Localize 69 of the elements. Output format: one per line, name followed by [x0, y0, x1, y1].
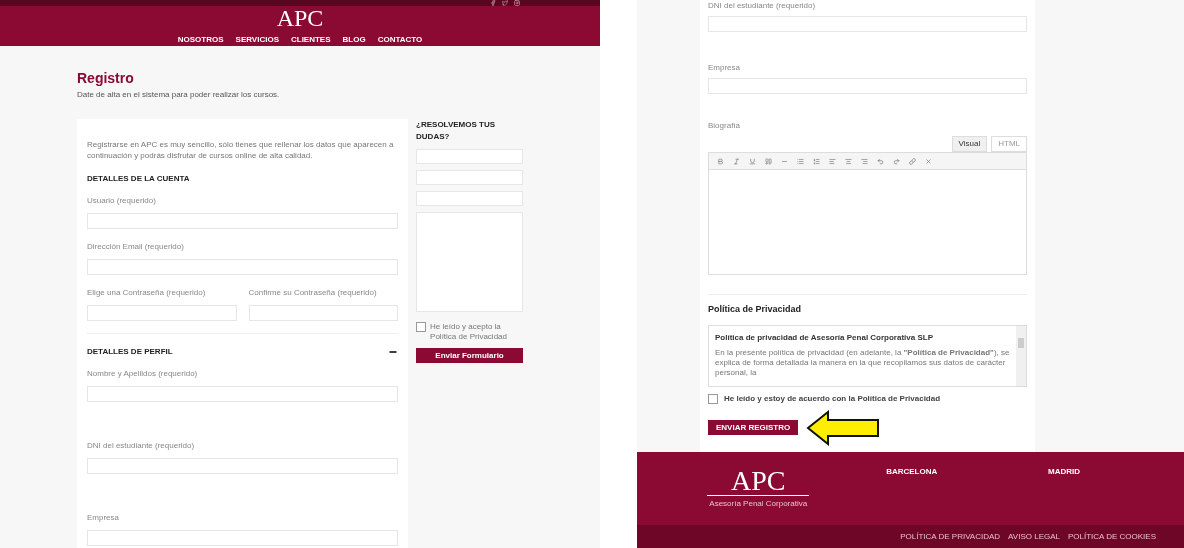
field-label: Elige una Contraseña (requerido) [87, 287, 207, 300]
quote-icon[interactable] [765, 157, 772, 165]
nav-link[interactable]: SERVICIOS [235, 34, 279, 46]
field-label: Biografía [708, 120, 742, 132]
scrollbar[interactable] [1016, 325, 1026, 386]
twitter-icon[interactable] [502, 0, 508, 6]
field-label: Empresa [87, 512, 120, 525]
nav-link[interactable]: CONTACTO [377, 34, 423, 46]
link-icon[interactable] [909, 157, 916, 165]
footer-link[interactable]: POLÍTICA DE PRIVACIDAD [900, 530, 1001, 543]
office-title: BARCELONA [885, 466, 939, 478]
field-label: Dirección Email (requerido) [87, 241, 185, 254]
page-subtitle: Date de alta en el sistema para poder realizar los cursos. [77, 89, 281, 101]
checkbox[interactable] [708, 393, 718, 404]
field-label: Empresa [708, 62, 741, 74]
input-field[interactable] [416, 191, 523, 206]
nav-link[interactable]: NOSOTROS [177, 34, 224, 46]
instagram-icon[interactable] [514, 0, 520, 6]
input-field[interactable] [87, 305, 237, 322]
bold-icon[interactable] [717, 157, 724, 165]
input-field[interactable] [416, 149, 523, 164]
field-label: DNI del estudiante (requerido) [87, 440, 196, 453]
close-icon[interactable] [925, 157, 932, 165]
input-field[interactable] [87, 458, 399, 475]
sidebar-title: ¿RESOLVEMOS TUS DUDAS? [416, 119, 497, 143]
submit-button[interactable]: Enviar Formulario [416, 348, 523, 363]
footer-tagline: Asesoría Penal Corporativa [709, 498, 808, 510]
redo-icon[interactable] [893, 157, 900, 165]
policy-heading: Política de privacidad de Asesoría Penal Corporativa SLP [715, 331, 934, 344]
register-button[interactable]: ENVIAR REGISTRO [708, 420, 799, 435]
nav-link[interactable]: BLOG [342, 34, 366, 46]
facebook-icon[interactable] [490, 0, 496, 6]
consent-label: He leído y acepto la Política de Privacidad [430, 322, 508, 342]
input-field[interactable] [708, 78, 1027, 94]
section-title: DETALLES DE PERFIL [87, 346, 173, 359]
input-field[interactable] [87, 530, 399, 547]
underline-icon[interactable] [749, 157, 756, 165]
policy-text: En la presente política de privacidad (en adelante, la "Política de Privacidad"), se explica de forma detallada la manera en la que recopilamos sus datos de carácter personal, la [715, 347, 1010, 379]
field-label: DNI del estudiante (requerido) [708, 0, 817, 12]
field-label: Nombre y Apellidos (requerido) [87, 368, 199, 381]
align-center-icon[interactable] [845, 157, 852, 165]
section-title: DETALLES DE LA CUENTA [87, 173, 190, 186]
input-field[interactable] [708, 16, 1027, 32]
footer-link[interactable]: POLÍTICA DE COOKIES [1067, 530, 1156, 543]
align-right-icon[interactable] [861, 157, 868, 165]
logo[interactable]: APC [276, 6, 324, 30]
editor-tab[interactable]: Visual [951, 136, 988, 152]
nav-link[interactable]: CLIENTES [290, 34, 331, 46]
section-title: Política de Privacidad [708, 303, 803, 316]
field-label: Confirme su Contraseña (requerido) [248, 287, 378, 300]
intro-text: Registrarse en APC es muy sencillo, sólo tienes que rellenar los datos que aparecen a continuación y podrás disfrutar de cursos online de alta calidad. [87, 139, 395, 162]
undo-icon[interactable] [877, 157, 884, 165]
italic-icon[interactable] [733, 157, 740, 165]
input-field[interactable] [87, 213, 399, 230]
field-label: Usuario (requerido) [87, 195, 157, 208]
input-field[interactable] [87, 259, 399, 276]
input-field[interactable] [87, 386, 399, 403]
input-field[interactable] [416, 170, 523, 185]
input-field[interactable] [416, 212, 523, 312]
office-title: MADRID [1047, 466, 1081, 478]
checkbox[interactable] [416, 322, 427, 332]
input-field[interactable] [248, 305, 399, 322]
bullet-list-icon[interactable] [797, 157, 804, 165]
footer-logo: APC [707, 467, 810, 496]
align-left-icon[interactable] [829, 157, 836, 165]
footer-link[interactable]: AVISO LEGAL [1008, 530, 1060, 543]
numbered-list-icon[interactable] [813, 157, 820, 165]
page-title: Registro [77, 71, 135, 85]
consent-label: He leído y estoy de acuerdo con la Política de Privacidad [724, 392, 941, 405]
